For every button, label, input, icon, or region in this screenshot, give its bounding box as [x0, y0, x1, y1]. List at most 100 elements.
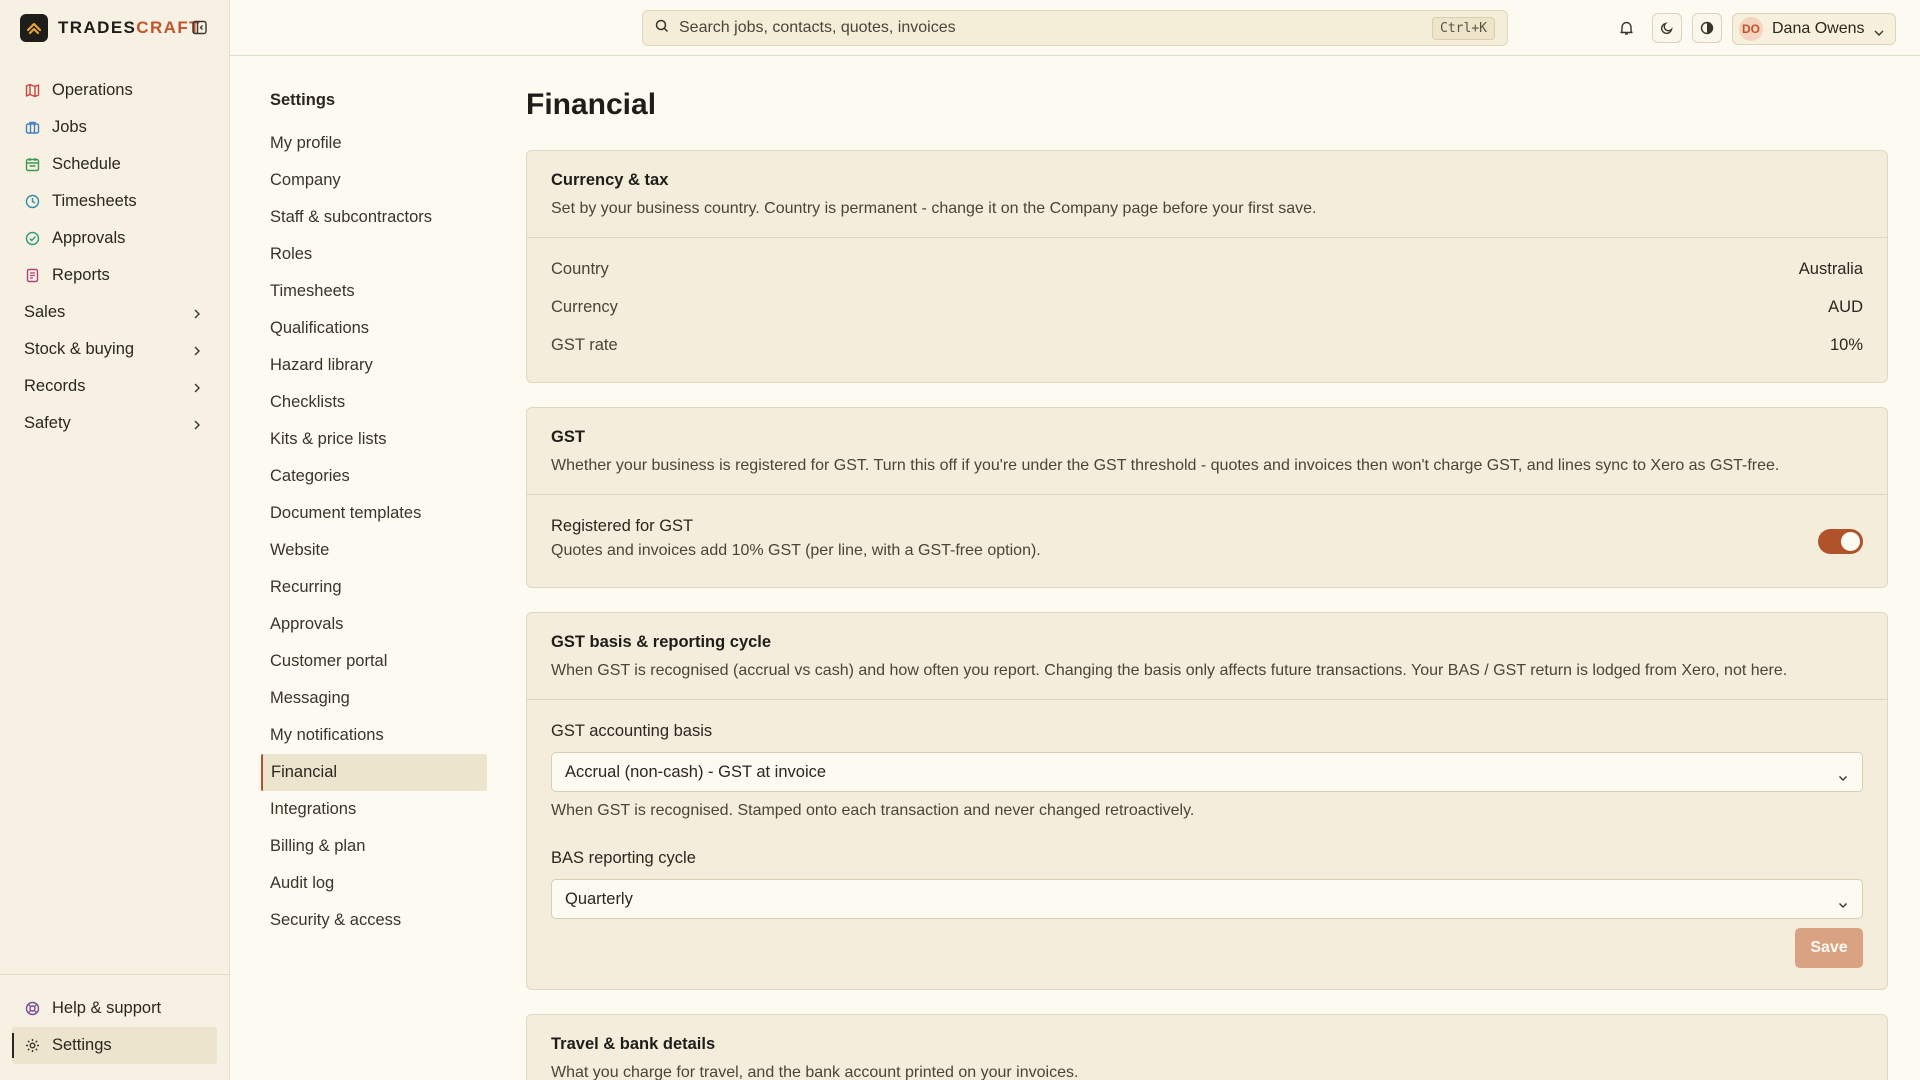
settings-item-company[interactable]: Company — [261, 162, 487, 199]
row-label: Country — [551, 259, 609, 278]
save-button[interactable]: Save — [1795, 928, 1863, 968]
gst-registered-row: Registered for GST Quotes and invoices a… — [527, 495, 1887, 587]
calendar-icon — [24, 157, 40, 173]
nav-item-timesheets[interactable]: Timesheets — [12, 183, 217, 220]
nav-group-safety[interactable]: Safety — [12, 405, 217, 442]
gear-icon — [24, 1038, 40, 1054]
card-header: GST basis & reporting cycle When GST is … — [527, 613, 1887, 700]
basis-label: GST accounting basis — [551, 722, 713, 740]
row-label: GST rate — [551, 335, 618, 354]
map-icon — [24, 83, 40, 99]
settings-item-recurring[interactable]: Recurring — [261, 569, 487, 606]
card-description: What you charge for travel, and the bank… — [551, 1064, 1079, 1080]
nav-item-operations[interactable]: Operations — [12, 72, 217, 109]
card-title: Currency & tax — [551, 171, 669, 189]
nav-item-jobs[interactable]: Jobs — [12, 109, 217, 146]
chevron-right-icon — [193, 343, 201, 362]
sidebar-collapse-icon[interactable] — [191, 19, 207, 35]
settings-item-staff[interactable]: Staff & subcontractors — [261, 199, 487, 236]
nav-group-label: Stock & buying — [24, 340, 135, 358]
card-header: Currency & tax Set by your business coun… — [527, 151, 1887, 238]
nav-group-stock-buying[interactable]: Stock & buying — [12, 331, 217, 368]
lifebuoy-icon — [24, 1001, 40, 1017]
settings-item-kits[interactable]: Kits & price lists — [261, 421, 487, 458]
row-value: Australia — [1798, 259, 1863, 278]
settings-item-hazard-library[interactable]: Hazard library — [261, 347, 487, 384]
gst-basis-select[interactable]: Accrual (non-cash) - GST at invoice — [551, 752, 1863, 792]
nav-item-label: Help & support — [52, 999, 162, 1017]
bell-icon[interactable] — [1611, 13, 1641, 43]
nav-item-approvals[interactable]: Approvals — [12, 220, 217, 257]
nav-item-label: Reports — [52, 266, 110, 284]
bas-cycle-select[interactable]: Quarterly — [551, 879, 1863, 919]
settings-item-financial[interactable]: Financial — [261, 754, 487, 791]
nav-item-help[interactable]: Help & support — [12, 990, 217, 1027]
card-title: Travel & bank details — [551, 1035, 716, 1053]
settings-item-document-templates[interactable]: Document templates — [261, 495, 487, 532]
moon-icon[interactable] — [1652, 13, 1682, 43]
gst-rate-row: GST rate 10% — [527, 326, 1887, 364]
nav-item-schedule[interactable]: Schedule — [12, 146, 217, 183]
settings-item-integrations[interactable]: Integrations — [261, 791, 487, 828]
card-header: Travel & bank details What you charge fo… — [527, 1015, 1887, 1080]
main-nav: Operations Jobs Schedule Timesheets Appr… — [12, 72, 217, 442]
brand-name: TRADESCRAFT — [58, 18, 201, 37]
card-title: GST basis & reporting cycle — [551, 633, 772, 651]
search-shortcut: Ctrl+K — [1432, 17, 1495, 40]
search-input[interactable]: Search jobs, contacts, quotes, invoices … — [642, 10, 1508, 46]
toggle-knob — [1841, 532, 1860, 551]
contrast-icon[interactable] — [1692, 13, 1722, 43]
user-menu-button[interactable]: DO Dana Owens — [1732, 13, 1896, 45]
basis-help-text: When GST is recognised. Stamped onto eac… — [551, 802, 1195, 819]
nav-item-label: Settings — [52, 1036, 112, 1054]
check-circle-icon — [24, 231, 40, 247]
card-description: When GST is recognised (accrual vs cash)… — [551, 662, 1788, 679]
country-row: Country Australia — [527, 250, 1887, 288]
nav-group-sales[interactable]: Sales — [12, 294, 217, 331]
nav-item-label: Operations — [52, 81, 133, 99]
settings-item-roles[interactable]: Roles — [261, 236, 487, 273]
settings-item-my-profile[interactable]: My profile — [261, 125, 487, 162]
settings-item-customer-portal[interactable]: Customer portal — [261, 643, 487, 680]
settings-item-my-notifications[interactable]: My notifications — [261, 717, 487, 754]
nav-item-label: Timesheets — [52, 192, 137, 210]
currency-row: Currency AUD — [527, 288, 1887, 326]
nav-item-label: Schedule — [52, 155, 121, 173]
gst-basis-form: GST accounting basis Accrual (non-cash) … — [527, 700, 1887, 988]
row-value: 10% — [1829, 335, 1863, 354]
sidebar: TRADESCRAFT Operations Jobs Schedule Tim… — [0, 0, 230, 1080]
card-description: Whether your business is registered for … — [551, 457, 1780, 474]
travel-bank-card: Travel & bank details What you charge fo… — [526, 1014, 1888, 1080]
settings-item-messaging[interactable]: Messaging — [261, 680, 487, 717]
nav-group-records[interactable]: Records — [12, 368, 217, 405]
settings-item-website[interactable]: Website — [261, 532, 487, 569]
nav-item-reports[interactable]: Reports — [12, 257, 217, 294]
toggle-label: Registered for GST — [551, 517, 694, 535]
nav-group-label: Records — [24, 377, 86, 395]
settings-item-qualifications[interactable]: Qualifications — [261, 310, 487, 347]
settings-nav: Settings My profile Company Staff & subc… — [261, 84, 487, 939]
gst-basis-card: GST basis & reporting cycle When GST is … — [526, 612, 1888, 990]
card-description: Set by your business country. Country is… — [551, 200, 1317, 217]
chevron-down-icon — [1838, 768, 1848, 787]
gst-registered-toggle[interactable] — [1818, 529, 1863, 554]
settings-item-checklists[interactable]: Checklists — [261, 384, 487, 421]
settings-item-billing[interactable]: Billing & plan — [261, 828, 487, 865]
chevron-right-icon — [193, 380, 201, 399]
settings-item-audit-log[interactable]: Audit log — [261, 865, 487, 902]
top-bar: Search jobs, contacts, quotes, invoices … — [230, 0, 1920, 56]
settings-item-security[interactable]: Security & access — [261, 902, 487, 939]
toggle-description: Quotes and invoices add 10% GST (per lin… — [551, 542, 1041, 559]
avatar: DO — [1739, 17, 1763, 41]
report-icon — [24, 268, 40, 284]
settings-item-approvals[interactable]: Approvals — [261, 606, 487, 643]
briefcase-icon — [24, 120, 40, 136]
brand[interactable]: TRADESCRAFT — [20, 14, 201, 42]
settings-item-timesheets[interactable]: Timesheets — [261, 273, 487, 310]
search-icon — [655, 19, 669, 38]
settings-item-categories[interactable]: Categories — [261, 458, 487, 495]
nav-item-settings[interactable]: Settings — [12, 1027, 217, 1064]
nav-divider — [0, 974, 229, 975]
nav-item-label: Jobs — [52, 118, 87, 136]
row-value: AUD — [1828, 297, 1863, 316]
